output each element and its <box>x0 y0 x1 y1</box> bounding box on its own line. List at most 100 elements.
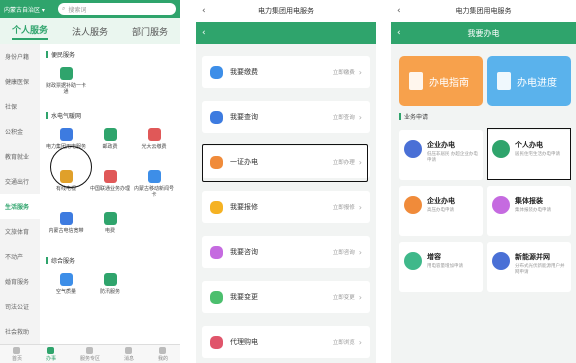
nav-label: 我的 <box>157 355 168 362</box>
highlight-circle <box>50 146 92 188</box>
service-row[interactable]: 我要缴费 立即缴费 › <box>202 56 370 88</box>
business-card[interactable]: 新能源并网分布式光伏新能源用户并网申请 <box>487 242 571 292</box>
business-card[interactable]: 增容 用电容量增加申请 <box>399 242 483 292</box>
mail-icon <box>103 128 117 141</box>
service-row[interactable]: 我要查询 立即查询 › <box>202 101 370 133</box>
sidebar-item[interactable]: 社保 <box>0 94 40 119</box>
card-title: 企业办电 <box>427 197 455 205</box>
sidebar-item[interactable]: 健康医保 <box>0 69 40 94</box>
sidebar-item[interactable]: 不动产 <box>0 244 40 269</box>
business-card[interactable]: 企业办电 低压非居民 办超企业办电申请 <box>399 130 483 180</box>
service-item[interactable]: 空气质量 <box>44 269 88 311</box>
sidebar-item[interactable]: 教育就业 <box>0 144 40 169</box>
top-bar: 内蒙古自治区 ▾ ⌕ 搜索词 <box>0 0 180 18</box>
flood-icon <box>103 273 117 286</box>
electric-bill-icon <box>103 212 117 225</box>
service-hall-screen: 内蒙古自治区 ▾ ⌕ 搜索词 个人服务 法人服务 部门服务 身份户籍 健康医保 … <box>0 0 180 363</box>
row-action: 立即查询 <box>332 115 355 121</box>
search-input[interactable]: ⌕ 搜索词 <box>58 3 176 15</box>
service-item[interactable]: 内蒙古电信宽带 <box>44 208 88 250</box>
card-desc: 用电容量增加申请 <box>427 264 463 269</box>
service-label: 内蒙古电信宽带 <box>48 228 84 234</box>
sidebar-item[interactable]: 交通出行 <box>0 169 40 194</box>
service-item[interactable]: 中国联通业务办理 <box>88 166 132 208</box>
back-icon[interactable]: ‹ <box>397 28 401 38</box>
power-icon <box>59 128 73 141</box>
section-title: 综合服务 <box>40 250 180 269</box>
sidebar-item[interactable]: 司法公证 <box>0 294 40 319</box>
business-card[interactable]: 集体报装 集体报装办电申请 <box>487 186 571 236</box>
air-icon <box>59 273 73 286</box>
service-item[interactable]: 电费 <box>88 208 132 250</box>
card-title: 企业办电 <box>427 141 455 149</box>
nav-profile[interactable]: 我的 <box>157 346 168 362</box>
sidebar-item[interactable]: 公积金 <box>0 119 40 144</box>
service-item[interactable]: 财政票据补助一卡通 <box>44 63 88 105</box>
mobile-icon <box>147 170 161 183</box>
service-icon <box>210 200 223 214</box>
chevron-right-icon: › <box>358 247 362 257</box>
sidebar-item[interactable]: 婚育服务 <box>0 269 40 294</box>
tab-business[interactable]: 法人服务 <box>72 25 108 38</box>
service-item[interactable]: 防汛服务 <box>88 269 132 311</box>
page-title: 电力集团用电服务 <box>258 7 314 15</box>
row-action: 立即缴费 <box>332 70 355 76</box>
nav-zone[interactable]: 服务专区 <box>80 346 100 362</box>
book-icon <box>409 72 423 90</box>
back-icon[interactable]: ‹ <box>202 6 206 16</box>
card-desc: 高压办电申请 <box>427 208 454 213</box>
service-row[interactable]: 我要变更 立即变更 › <box>202 281 370 313</box>
service-item[interactable]: 光大云缴费 <box>132 124 176 166</box>
progress-icon <box>497 72 511 90</box>
service-label: 邮政费 <box>102 144 118 150</box>
page-title: 电力集团用电服务 <box>455 7 512 15</box>
row-action: 立即浏览 <box>332 340 355 346</box>
row-action: 立即报修 <box>332 205 355 211</box>
row-label: 我要变更 <box>230 293 258 301</box>
service-label: 光大云缴费 <box>141 144 167 150</box>
zone-icon <box>86 346 94 354</box>
service-row[interactable]: 我要报修 立即报修 › <box>202 191 370 223</box>
row-label: 我要查询 <box>230 113 258 121</box>
sub-title: 我要办电 <box>467 28 500 38</box>
sidebar-item[interactable]: 身份户籍 <box>0 44 40 69</box>
section-title: 便民服务 <box>40 44 180 63</box>
row-action: 立即变更 <box>332 295 355 301</box>
service-icon <box>210 65 223 79</box>
nav-label: 首页 <box>11 355 22 362</box>
service-item[interactable]: 内蒙古移动新闻号卡 <box>132 166 176 208</box>
service-icon <box>210 335 223 349</box>
back-icon[interactable]: ‹ <box>397 6 401 16</box>
back-icon[interactable]: ‹ <box>202 28 206 38</box>
nav-messages[interactable]: 消息 <box>124 346 134 362</box>
card-title: 集体报装 <box>515 197 543 205</box>
bottom-nav: 首页 办事 服务专区 消息 我的 <box>0 344 180 363</box>
ticket-icon <box>59 67 73 80</box>
sidebar-item[interactable]: 文旅体育 <box>0 219 40 244</box>
apply-power-screen: ‹ 电力集团用电服务 ‹ 我要办电 办电指南 办电进度 业务申请 企业办电 低压非… <box>391 0 576 363</box>
nav-home[interactable]: 首页 <box>11 346 22 362</box>
nav-label: 办事 <box>45 355 56 362</box>
sidebar-item-selected[interactable]: 生活服务 <box>0 194 40 219</box>
tab-personal[interactable]: 个人服务 <box>11 23 48 40</box>
progress-banner[interactable]: 办电进度 <box>487 56 571 106</box>
green-header: ‹ <box>196 22 376 44</box>
business-card[interactable]: 企业办电高压办电申请 <box>399 186 483 236</box>
row-label: 我要咨询 <box>230 248 258 256</box>
tab-department[interactable]: 部门服务 <box>132 25 168 38</box>
guide-banner[interactable]: 办电指南 <box>399 56 483 106</box>
location-selector[interactable]: 内蒙古自治区 ▾ <box>4 5 58 14</box>
search-placeholder: 搜索词 <box>68 6 87 14</box>
service-row[interactable]: 代理购电 立即浏览 › <box>202 326 370 358</box>
service-icon <box>210 110 223 124</box>
service-row[interactable]: 我要咨询 立即咨询 › <box>202 236 370 268</box>
service-item[interactable]: 邮政费 <box>88 124 132 166</box>
card-desc: 分布式光伏新能源用户并网申请 <box>515 264 565 275</box>
service-list: 便民服务 财政票据补助一卡通 水电气暖网 电力集团用电服务 邮政费 光大云缴费 … <box>40 44 180 344</box>
nav-services[interactable]: 办事 <box>45 346 56 362</box>
business-icon <box>492 196 510 214</box>
sidebar-item[interactable]: 社会救助 <box>0 319 40 344</box>
chevron-right-icon: › <box>358 112 362 122</box>
banner-label: 办电进度 <box>517 77 557 89</box>
card-title: 新能源并网 <box>515 253 550 261</box>
